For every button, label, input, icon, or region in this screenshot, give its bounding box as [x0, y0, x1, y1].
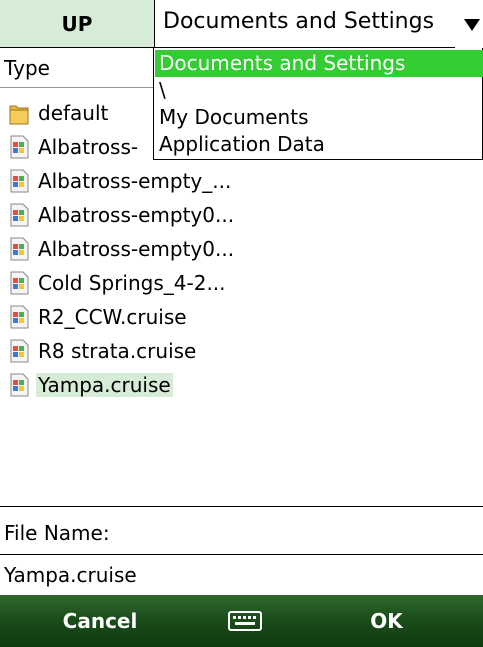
cruise-file-icon [10, 339, 29, 363]
file-name-input[interactable] [0, 555, 483, 595]
keyboard-icon [228, 611, 262, 631]
file-item[interactable]: Yampa.cruise [8, 368, 173, 402]
file-name-label: File Name: [4, 521, 110, 545]
cruise-file-icon [10, 237, 29, 261]
file-name-label-row: File Name: [0, 507, 483, 554]
dropdown-option[interactable]: Documents and Settings [155, 50, 483, 77]
cruise-file-icon [10, 135, 29, 159]
softkey-bar: Cancel OK [0, 595, 483, 647]
file-item[interactable]: Albatross-empty0... [8, 198, 236, 232]
type-column-header[interactable]: Type [0, 48, 155, 88]
combobox-arrow-button[interactable] [455, 0, 483, 48]
file-item[interactable]: Albatross- [8, 130, 140, 164]
cruise-file-icon [10, 203, 29, 227]
dropdown-option[interactable]: My Documents [155, 104, 483, 131]
file-item-label: default [38, 101, 109, 125]
file-item[interactable]: Albatross-empty0... [8, 232, 236, 266]
file-item[interactable]: R2_CCW.cruise [8, 300, 189, 334]
file-item-label: Cold Springs_4-2... [38, 271, 226, 295]
cruise-file-icon [10, 271, 29, 295]
ok-button[interactable]: OK [290, 595, 483, 647]
file-item[interactable]: Cold Springs_4-2... [8, 266, 228, 300]
up-button[interactable]: UP [0, 0, 155, 48]
file-item-label: Albatross- [38, 135, 139, 159]
cruise-file-icon [10, 305, 29, 329]
chevron-down-icon [464, 19, 480, 31]
file-item-label: Albatross-empty0... [38, 203, 235, 227]
folder-item[interactable]: default [8, 96, 110, 130]
cruise-file-icon [10, 169, 29, 193]
dropdown-option[interactable]: Application Data [155, 131, 483, 158]
cancel-button[interactable]: Cancel [0, 595, 200, 647]
file-item-label: R8 strata.cruise [38, 339, 197, 363]
dropdown-option[interactable]: \ [155, 77, 483, 104]
file-item[interactable]: R8 strata.cruise [8, 334, 198, 368]
file-item-label: Albatross-empty_... [38, 169, 232, 193]
path-combobox-value: Documents and Settings [163, 9, 435, 34]
type-column-label: Type [4, 56, 50, 80]
file-item[interactable]: Albatross-empty_... [8, 164, 233, 198]
file-item-label: Yampa.cruise [36, 373, 173, 397]
path-combobox[interactable]: Documents and Settings [155, 0, 483, 48]
path-dropdown-list: Documents and Settings \ My Documents Appli… [153, 48, 483, 160]
folder-icon [9, 105, 29, 125]
cruise-file-icon [10, 373, 29, 397]
file-item-label: R2_CCW.cruise [38, 305, 187, 329]
keyboard-button[interactable] [200, 595, 290, 647]
file-item-label: Albatross-empty0... [38, 237, 235, 261]
